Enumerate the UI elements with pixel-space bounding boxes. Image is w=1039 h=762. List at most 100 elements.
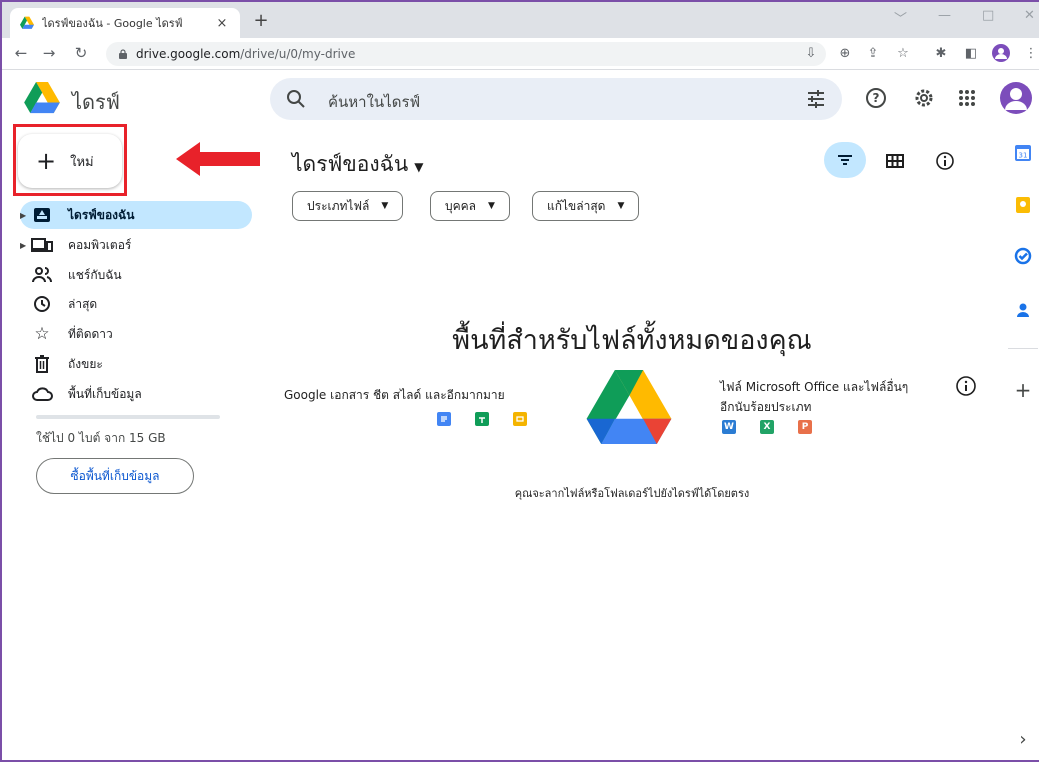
calendar-date: 31	[1019, 152, 1028, 160]
address-bar[interactable]: drive.google.com/drive/u/0/my-drive	[106, 42, 826, 66]
chip-label: ประเภทไฟล์	[307, 198, 370, 213]
close-window-icon[interactable]: ✕	[1024, 8, 1035, 23]
storage-usage-text: ใช้ไป 0 ไบต์ จาก 15 GB	[36, 431, 166, 445]
sidebar-item-storage[interactable]: พื้นที่เก็บข้อมูล	[20, 380, 252, 408]
drive-brand-name: ไดรฟ์	[72, 90, 120, 114]
filter-modified-chip[interactable]: แก้ไขล่าสุด ▼	[532, 191, 640, 221]
keep-icon[interactable]	[1014, 196, 1032, 214]
microsoft-files-line1: ไฟล์ Microsoft Office และไฟล์อื่นๆ	[720, 380, 909, 394]
browser-toolbar: ← → ↻ drive.google.com/drive/u/0/my-driv…	[2, 38, 1039, 70]
sidebar-item-label: พื้นที่เก็บข้อมูล	[68, 386, 142, 401]
cloud-icon	[30, 384, 54, 404]
reload-icon[interactable]: ↻	[72, 44, 90, 62]
sidebar-item-shared[interactable]: แชร์กับฉัน	[20, 261, 252, 289]
microsoft-files-line2: อีกนับร้อยประเภท	[720, 400, 812, 414]
share-icon[interactable]: ⇪	[864, 44, 882, 62]
drive-logo-icon	[24, 82, 60, 114]
install-app-icon[interactable]: ⇩	[802, 44, 820, 62]
sidebar-item-starred[interactable]: ☆ ที่ติดดาว	[20, 320, 252, 348]
lock-icon	[119, 49, 127, 59]
list-view-button[interactable]	[824, 142, 866, 178]
empty-state-heading: พื้นที่สำหรับไฟล์ทั้งหมดของคุณ	[452, 325, 812, 356]
excel-icon: X	[760, 420, 774, 434]
sidebar-item-label: ที่ติดดาว	[68, 326, 113, 341]
chip-label: แก้ไขล่าสุด	[547, 198, 606, 213]
sidebar-item-label: แชร์กับฉัน	[68, 267, 122, 282]
new-tab-button[interactable]: +	[250, 10, 272, 31]
side-panel-divider	[1008, 348, 1038, 349]
sidebar-item-label: ล่าสุด	[68, 296, 98, 311]
page-title-text: ไดรฟ์ของฉัน	[292, 152, 409, 176]
info-circle-icon[interactable]	[955, 375, 977, 397]
extensions-icon[interactable]: ✱	[932, 44, 950, 62]
drive-logo-large-icon	[586, 370, 672, 445]
microsoft-files-text: ไฟล์ Microsoft Office และไฟล์อื่นๆ อีกนั…	[720, 377, 908, 417]
buy-storage-button[interactable]: ซื้อพื้นที่เก็บข้อมูล	[36, 458, 194, 494]
word-icon: W	[722, 420, 736, 434]
expand-caret-icon[interactable]: ▶	[20, 211, 30, 220]
search-input[interactable]: ค้นหาในไดรฟ์	[328, 90, 420, 114]
browser-tab-strip: ไดรฟ์ของฉัน - Google ไดรฟ์ × + ﹀ — □ ✕	[2, 2, 1039, 38]
google-app-icons	[437, 412, 527, 426]
back-icon[interactable]: ←	[12, 44, 30, 62]
drag-drop-hint: คุณจะลากไฟล์หรือโฟลเดอร์ไปยังไดรฟ์ได้โดย…	[514, 487, 750, 500]
info-icon[interactable]	[934, 150, 956, 172]
contacts-icon[interactable]	[1014, 301, 1032, 319]
side-panel-icon[interactable]: ◧	[962, 44, 980, 62]
google-apps-text: Google เอกสาร ชีต สไลด์ และอีกมากมาย	[284, 388, 505, 402]
microsoft-app-icons: W X P	[722, 420, 812, 434]
help-icon[interactable]: ?	[864, 86, 888, 110]
sidebar-item-my-drive[interactable]: ▶ ไดรฟ์ของฉัน	[20, 201, 252, 229]
maximize-icon[interactable]: □	[982, 8, 994, 23]
star-icon: ☆	[34, 324, 50, 344]
annotation-arrow-icon	[176, 142, 260, 176]
sidebar-item-computers[interactable]: ▶ คอมพิวเตอร์	[20, 231, 252, 259]
browser-menu-icon[interactable]: ⋮	[1022, 44, 1039, 62]
settings-gear-icon[interactable]	[912, 86, 936, 110]
url-host: drive.google.com	[136, 47, 241, 61]
zoom-icon[interactable]: ⊕	[836, 44, 854, 62]
bookmark-star-icon[interactable]: ☆	[894, 44, 912, 62]
svg-text:?: ?	[873, 91, 880, 105]
expand-panel-icon[interactable]: ›	[1014, 729, 1032, 750]
browser-tab[interactable]: ไดรฟ์ของฉัน - Google ไดรฟ์ ×	[10, 8, 240, 38]
profile-icon[interactable]	[992, 44, 1010, 62]
search-box[interactable]: ค้นหาในไดรฟ์	[270, 78, 842, 120]
calendar-icon[interactable]: 31	[1014, 144, 1032, 162]
chevron-down-icon: ▼	[381, 201, 389, 211]
sheets-icon	[475, 412, 489, 426]
computers-icon	[30, 235, 54, 255]
sidebar-item-label: คอมพิวเตอร์	[68, 237, 132, 252]
trash-icon	[30, 354, 54, 374]
search-options-icon[interactable]	[806, 89, 826, 109]
chip-label: บุคคล	[445, 198, 477, 213]
sidebar-item-recent[interactable]: ล่าสุด	[20, 290, 252, 318]
clock-icon	[30, 294, 54, 314]
forward-icon[interactable]: →	[40, 44, 58, 62]
search-icon	[287, 90, 305, 108]
tab-title: ไดรฟ์ของฉัน - Google ไดรฟ์	[42, 17, 183, 30]
grid-view-icon[interactable]	[884, 150, 906, 172]
my-drive-icon	[30, 205, 54, 225]
url-path: /drive/u/0/my-drive	[240, 47, 356, 61]
docs-icon	[437, 412, 451, 426]
minimize-icon[interactable]: —	[938, 8, 951, 23]
storage-usage-bar	[36, 415, 220, 419]
filter-type-chip[interactable]: ประเภทไฟล์ ▼	[292, 191, 404, 221]
sidebar-item-trash[interactable]: ถังขยะ	[20, 350, 252, 378]
account-avatar[interactable]	[1000, 82, 1032, 114]
expand-caret-icon[interactable]: ▶	[20, 241, 30, 250]
tab-close-icon[interactable]: ×	[214, 16, 230, 31]
tab-search-icon[interactable]: ﹀	[894, 8, 907, 27]
filter-people-chip[interactable]: บุคคล ▼	[430, 191, 510, 221]
shared-icon	[30, 265, 54, 285]
chevron-down-icon: ▼	[617, 201, 625, 211]
page-title[interactable]: ไดรฟ์ของฉัน ▼	[292, 148, 423, 181]
tasks-icon[interactable]	[1014, 247, 1032, 265]
add-addon-icon[interactable]: +	[1014, 378, 1032, 402]
powerpoint-icon: P	[798, 420, 812, 434]
chevron-down-icon: ▼	[488, 201, 495, 211]
apps-grid-icon[interactable]	[955, 86, 979, 110]
chevron-down-icon: ▼	[414, 160, 424, 174]
slides-icon	[513, 412, 527, 426]
